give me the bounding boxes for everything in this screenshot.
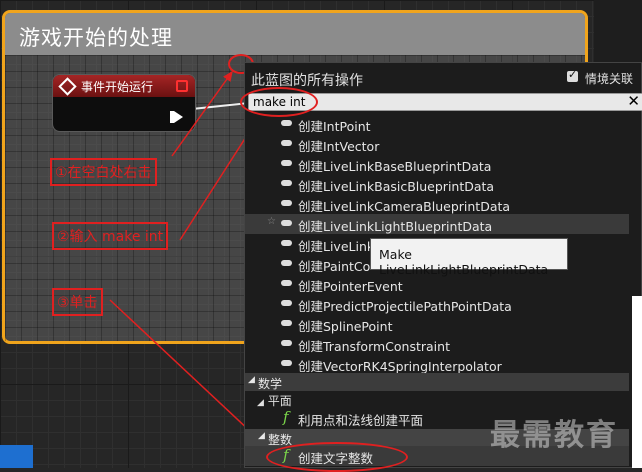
struct-icon (281, 260, 292, 266)
menu-item[interactable]: 创建PointerEvent (245, 274, 629, 294)
clear-search-icon[interactable]: ✕ (627, 92, 640, 110)
taskbar-corner (0, 445, 33, 468)
menu-item[interactable]: 创建TransformConstraint (245, 334, 629, 354)
menu-item[interactable]: 创建LiveLinkBaseBlueprintData (245, 154, 629, 174)
watermark: 最需教育 (490, 418, 618, 453)
context-sensitive-label: 情境关联 (585, 72, 634, 86)
arrow-step1 (171, 70, 233, 157)
category-label: 数学 (258, 377, 283, 391)
struct-icon (281, 240, 292, 246)
menu-item-label: 创建LiveLinkBaseBlueprintData (298, 159, 492, 174)
context-sensitive-checkbox[interactable] (567, 68, 578, 82)
struct-icon (281, 320, 292, 326)
struct-icon (281, 220, 292, 226)
struct-icon (281, 120, 292, 126)
menu-item[interactable]: 创建IntVector (245, 134, 629, 154)
struct-icon (281, 300, 292, 306)
category-math[interactable]: ◢ 数学 (245, 373, 629, 391)
struct-icon (281, 160, 292, 166)
struct-icon (281, 180, 292, 186)
menu-item-label: 创建LiveLink (298, 239, 375, 254)
menu-item[interactable]: 创建LiveLinkCameraBlueprintData (245, 194, 629, 214)
struct-icon (281, 200, 292, 206)
menu-item-label: 创建IntVector (298, 139, 380, 154)
menu-item-label: 创建IntPoint (298, 119, 371, 134)
function-icon: f (283, 408, 289, 426)
struct-icon (281, 340, 292, 346)
menu-item-label: 创建PaintCo (298, 259, 371, 274)
struct-icon (281, 140, 292, 146)
menu-item-label: 创建PointerEvent (298, 279, 403, 294)
menu-item[interactable]: 创建IntPoint (245, 114, 629, 134)
menu-item-label: 创建PredictProjectilePathPointData (298, 299, 512, 314)
subcategory-plane[interactable]: ◢ 平面 (257, 392, 292, 409)
item-tooltip: Make LiveLinkLightBlueprintData (370, 238, 568, 277)
menu-item-highlighted[interactable]: ☆ 创建LiveLinkLightBlueprintData (245, 214, 629, 234)
expand-triangle-icon: ◢ (257, 398, 264, 408)
menu-item[interactable]: 创建VectorRK4SpringInterpolator (245, 354, 629, 374)
menu-item[interactable]: 创建SplinePoint (245, 314, 629, 334)
menu-item-label: 创建TransformConstraint (298, 339, 450, 354)
expand-triangle-icon: ◢ (248, 375, 255, 385)
menu-item-label: 创建LiveLinkLightBlueprintData (298, 219, 493, 234)
menu-item[interactable]: 创建LiveLinkBasicBlueprintData (245, 174, 629, 194)
search-highlight-oval (240, 87, 318, 117)
menu-item-label: 创建LiveLinkBasicBlueprintData (298, 179, 495, 194)
menu-item-label: 利用点和法线创建平面 (298, 413, 424, 428)
right-edge-panel (632, 296, 642, 468)
menu-item-label: 创建SplinePoint (298, 319, 393, 334)
struct-icon (281, 360, 292, 366)
menu-item-label: 创建LiveLinkCameraBlueprintData (298, 199, 511, 214)
expand-triangle-icon: ◢ (258, 431, 265, 441)
struct-icon (281, 280, 292, 286)
menu-item[interactable]: 创建PredictProjectilePathPointData (245, 294, 629, 314)
favorite-star-icon[interactable]: ☆ (267, 216, 276, 227)
tooltip-text: Make LiveLinkLightBlueprintData (379, 247, 549, 277)
subcategory-label: 平面 (267, 394, 292, 408)
